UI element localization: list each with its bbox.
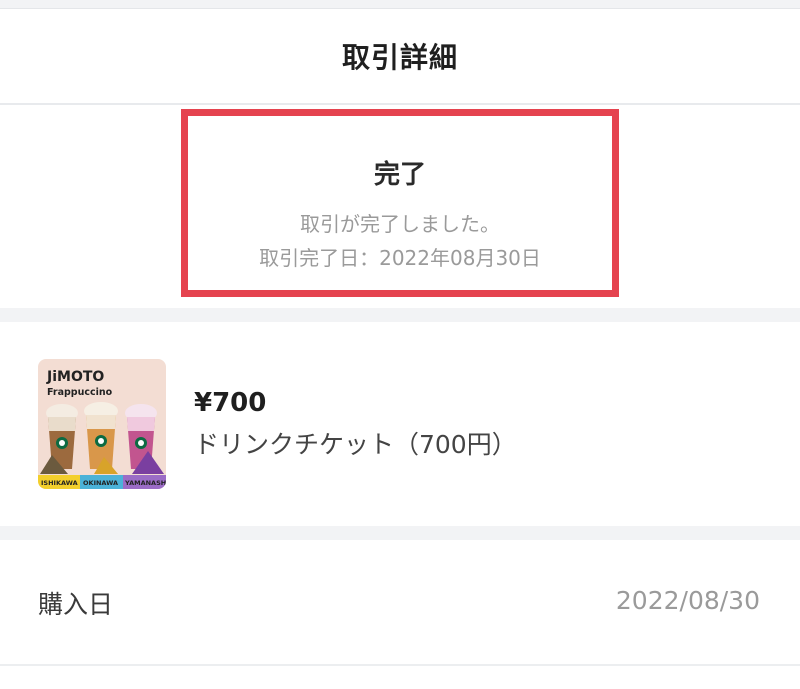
divider — [0, 664, 800, 666]
label-ishikawa: ISHIKAWA — [41, 479, 78, 487]
brand-line2: Frappuccino — [47, 387, 113, 398]
status-title: 完了 — [373, 160, 426, 190]
purchase-date-value: 2022/08/30 — [615, 586, 760, 615]
header: 取引詳細 — [0, 9, 800, 103]
frappuccino-image: JiMOTO Frappuccino ISHIKAWA OKINAWA YAMA… — [38, 359, 166, 489]
section-separator — [0, 308, 800, 322]
item-name: ドリンクチケット（700円） — [194, 430, 517, 459]
status-completion-date: 取引完了日：2022年08月30日 — [259, 246, 541, 270]
label-okinawa: OKINAWA — [83, 479, 118, 487]
item-card[interactable]: JiMOTO Frappuccino ISHIKAWA OKINAWA YAMA… — [0, 322, 800, 526]
purchase-date-row: 購入日 2022/08/30 — [0, 540, 800, 664]
status-highlight-box: 完了 取引が完了しました。 取引完了日：2022年08月30日 — [181, 109, 619, 297]
item-thumbnail[interactable]: JiMOTO Frappuccino ISHIKAWA OKINAWA YAMA… — [38, 359, 166, 489]
status-message: 取引が完了しました。 — [300, 212, 500, 236]
item-price: ¥700 — [194, 388, 267, 418]
page-title: 取引詳細 — [341, 41, 458, 74]
brand-line1: JiMOTO — [46, 369, 104, 385]
status-section: 完了 取引が完了しました。 取引完了日：2022年08月30日 — [0, 105, 800, 307]
top-strip — [0, 0, 800, 8]
label-yamanashi: YAMANASHI — [124, 479, 166, 487]
purchase-date-label: 購入日 — [38, 590, 114, 619]
section-separator — [0, 526, 800, 540]
transaction-detail-page: 取引詳細 完了 取引が完了しました。 取引完了日：2022年08月30日 JiM… — [0, 0, 800, 689]
